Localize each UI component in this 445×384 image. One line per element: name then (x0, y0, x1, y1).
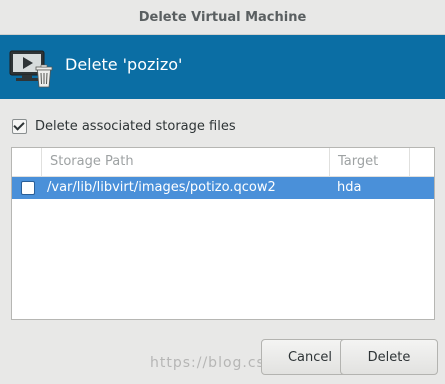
delete-storage-label: Delete associated storage files (35, 119, 236, 134)
storage-path-cell: /var/lib/libvirt/images/potizo.qcow2 (47, 180, 276, 195)
delete-storage-checkbox[interactable] (12, 119, 27, 134)
dialog-titlebar[interactable]: Delete Virtual Machine (0, 0, 445, 35)
target-cell: hda (337, 180, 362, 195)
vm-delete-icon (9, 50, 53, 88)
column-header-storage-path[interactable]: Storage Path (42, 148, 330, 176)
delete-button[interactable]: Delete (340, 339, 438, 375)
table-row[interactable]: /var/lib/libvirt/images/potizo.qcow2 hda (12, 177, 434, 199)
header-banner: Delete 'pozizo' (0, 35, 445, 99)
banner-title: Delete 'pozizo' (65, 55, 183, 74)
storage-table: Storage Path Target /var/lib/libvirt/ima… (11, 147, 435, 320)
row-select-cell (12, 177, 42, 199)
table-header: Storage Path Target (12, 148, 434, 177)
delete-storage-option[interactable]: Delete associated storage files (12, 119, 236, 134)
column-header-select[interactable] (12, 148, 42, 176)
column-header-target[interactable]: Target (330, 148, 410, 176)
row-checkbox[interactable] (21, 181, 35, 195)
delete-vm-dialog: Delete Virtual Machine Delete 'pozizo' D… (0, 0, 445, 384)
dialog-title: Delete Virtual Machine (138, 9, 307, 25)
